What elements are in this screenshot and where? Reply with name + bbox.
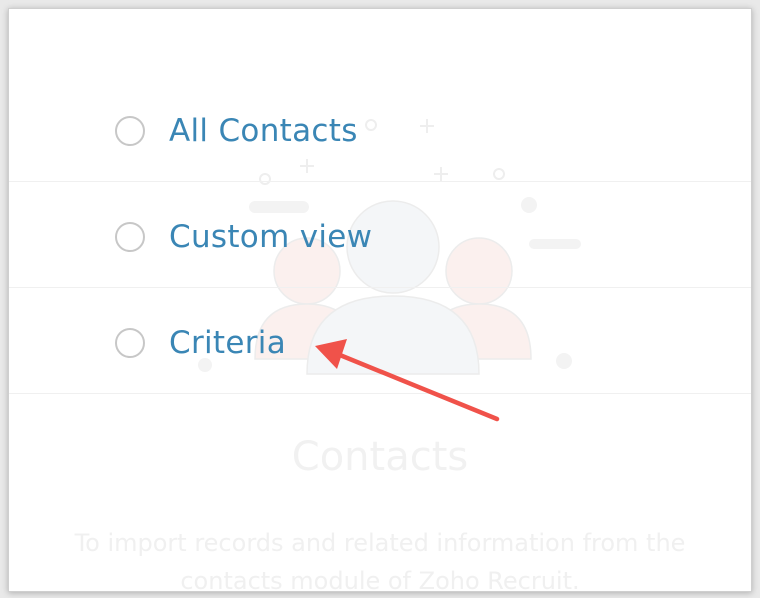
option-criteria[interactable]: Criteria	[115, 323, 286, 363]
import-view-panel: Contacts To import records and related i…	[8, 8, 752, 592]
radio-button[interactable]	[115, 222, 145, 252]
option-all-contacts[interactable]: All Contacts	[115, 111, 358, 151]
option-label: Criteria	[169, 325, 286, 361]
option-label: All Contacts	[169, 113, 358, 149]
view-options-list: All Contacts Custom view Criteria	[9, 9, 751, 409]
radio-button[interactable]	[115, 328, 145, 358]
background-description: To import records and related informatio…	[74, 529, 686, 592]
option-label: Custom view	[169, 219, 373, 255]
background-title: Contacts	[291, 434, 469, 480]
option-custom-view[interactable]: Custom view	[115, 217, 372, 257]
radio-button[interactable]	[115, 116, 145, 146]
